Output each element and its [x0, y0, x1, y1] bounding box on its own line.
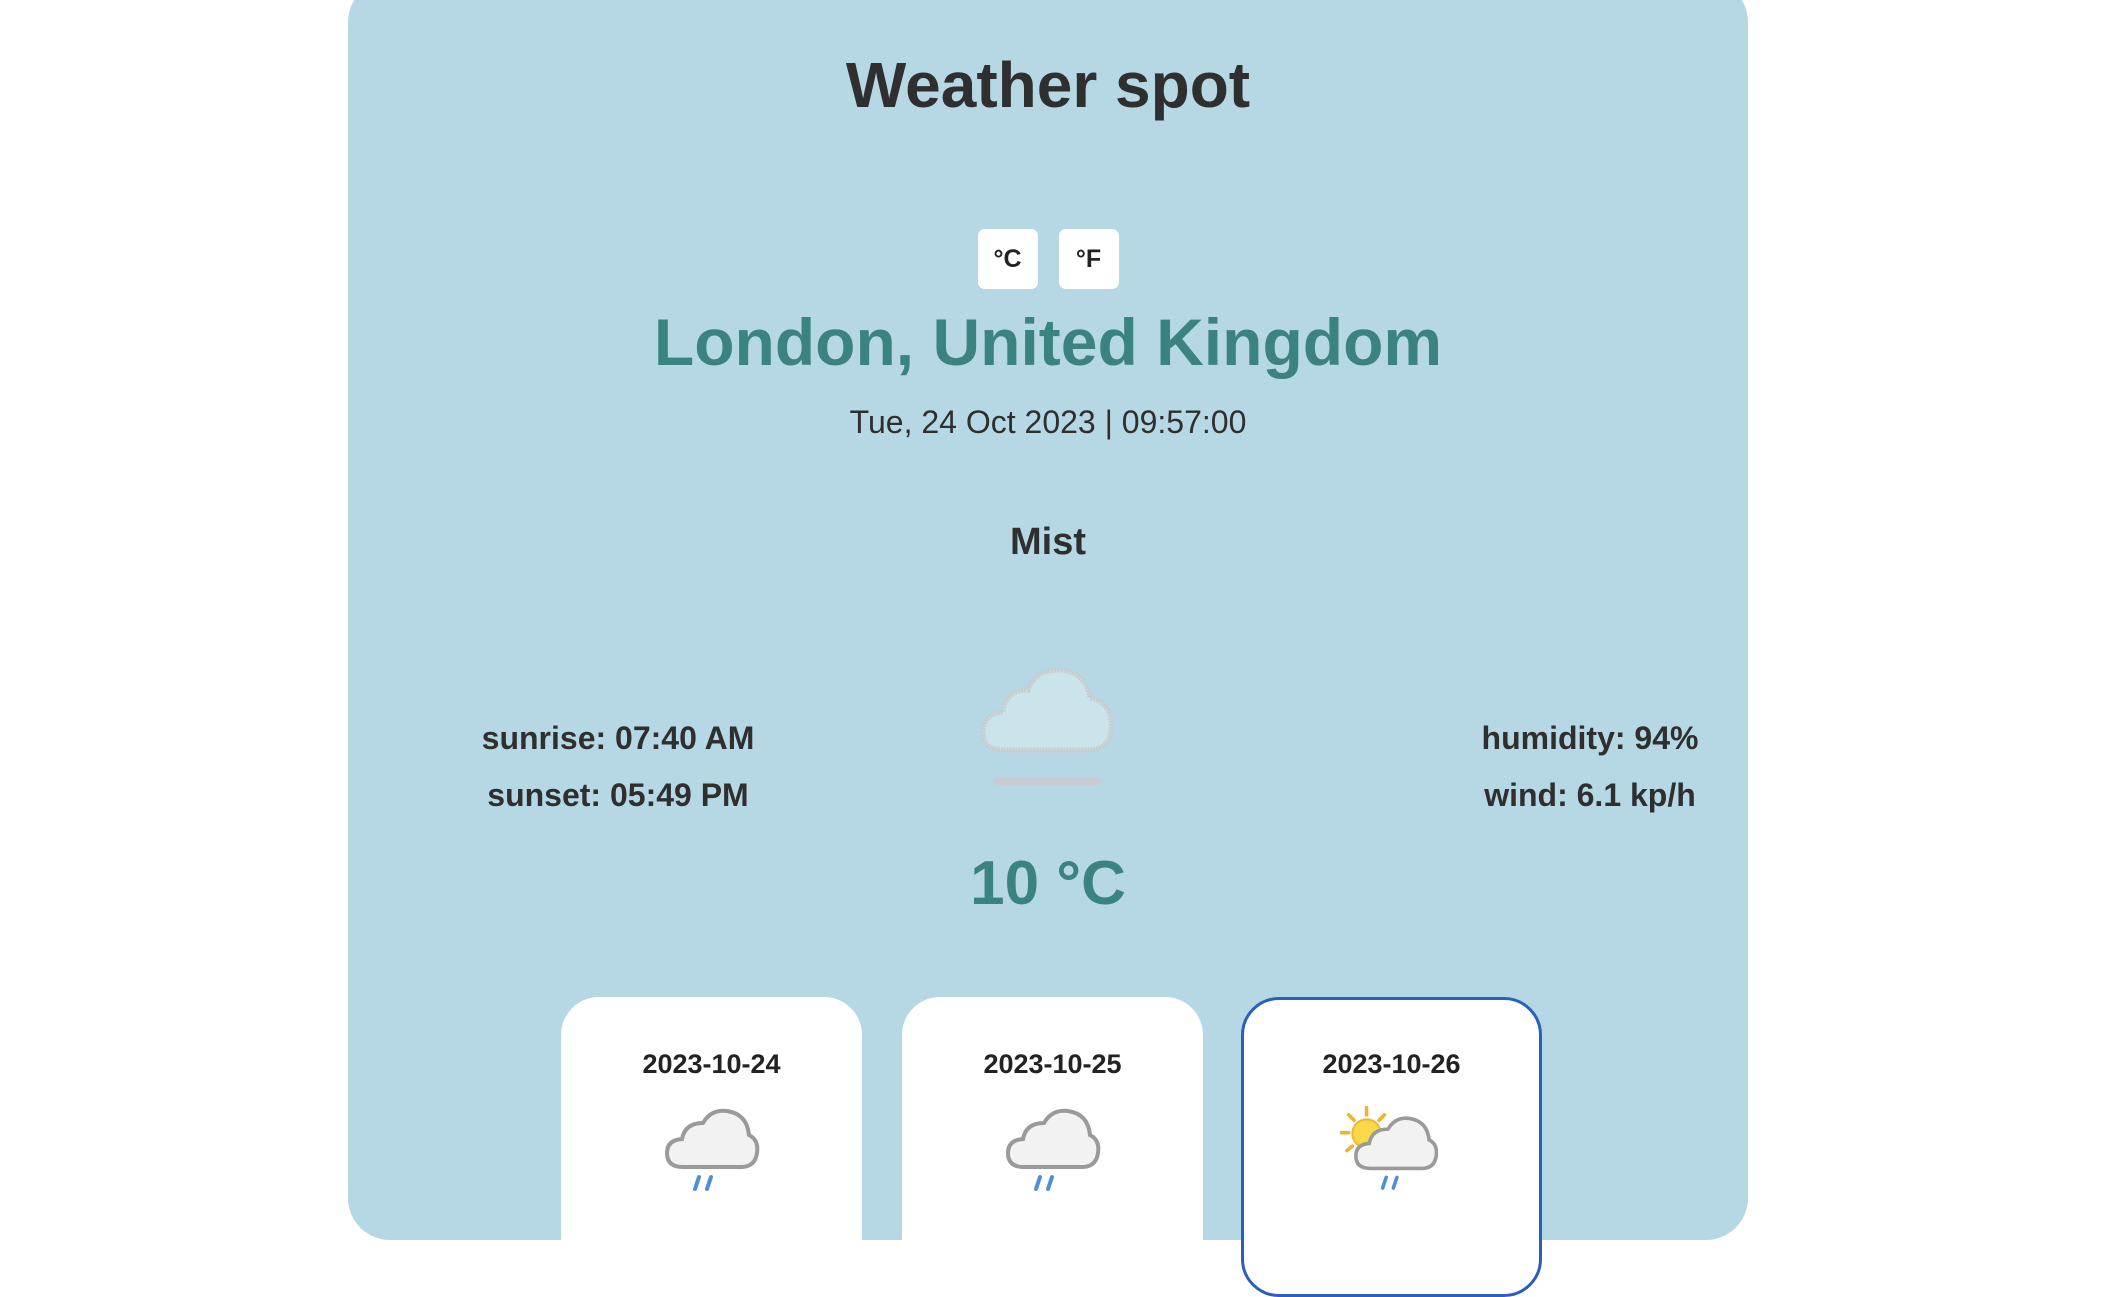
sun-times: sunrise: 07:40 AM sunset: 05:49 PM	[428, 710, 808, 824]
wind-speed: wind: 6.1 kp/h	[1484, 777, 1696, 813]
sunset-time: sunset: 05:49 PM	[487, 777, 749, 813]
local-datetime: Tue, 24 Oct 2023 | 09:57:00	[849, 404, 1247, 440]
forecast-date: 2023-10-24	[642, 1049, 781, 1079]
weather-card: Weather spot °C °F London, United Kingdo…	[348, 0, 1748, 1297]
forecast-card[interactable]: 2023-10-24	[561, 997, 862, 1297]
humidity-value: humidity: 94%	[1481, 720, 1699, 756]
sun-cloud-rain-icon	[1339, 1105, 1438, 1190]
sunrise-time: sunrise: 07:40 AM	[481, 720, 755, 756]
fahrenheit-button[interactable]: °F	[1058, 229, 1119, 289]
rain-cloud-icon	[664, 1108, 760, 1191]
unit-toggle-group: °C °F	[348, 229, 1748, 289]
forecast-date: 2023-10-25	[983, 1049, 1122, 1079]
app-title: Weather spot	[845, 49, 1251, 121]
rain-cloud-icon	[1005, 1108, 1101, 1191]
forecast-date: 2023-10-26	[1322, 1049, 1461, 1079]
weather-condition: Mist	[1010, 521, 1086, 563]
celsius-button[interactable]: °C	[977, 229, 1038, 289]
air-conditions: humidity: 94% wind: 6.1 kp/h	[1480, 710, 1700, 824]
forecast-card-selected[interactable]: 2023-10-26	[1241, 997, 1542, 1297]
mist-cloud-icon	[980, 667, 1114, 785]
city-name: London, United Kingdom	[653, 305, 1443, 379]
current-temperature: 10 °C	[970, 849, 1126, 918]
forecast-card[interactable]: 2023-10-25	[902, 997, 1203, 1297]
